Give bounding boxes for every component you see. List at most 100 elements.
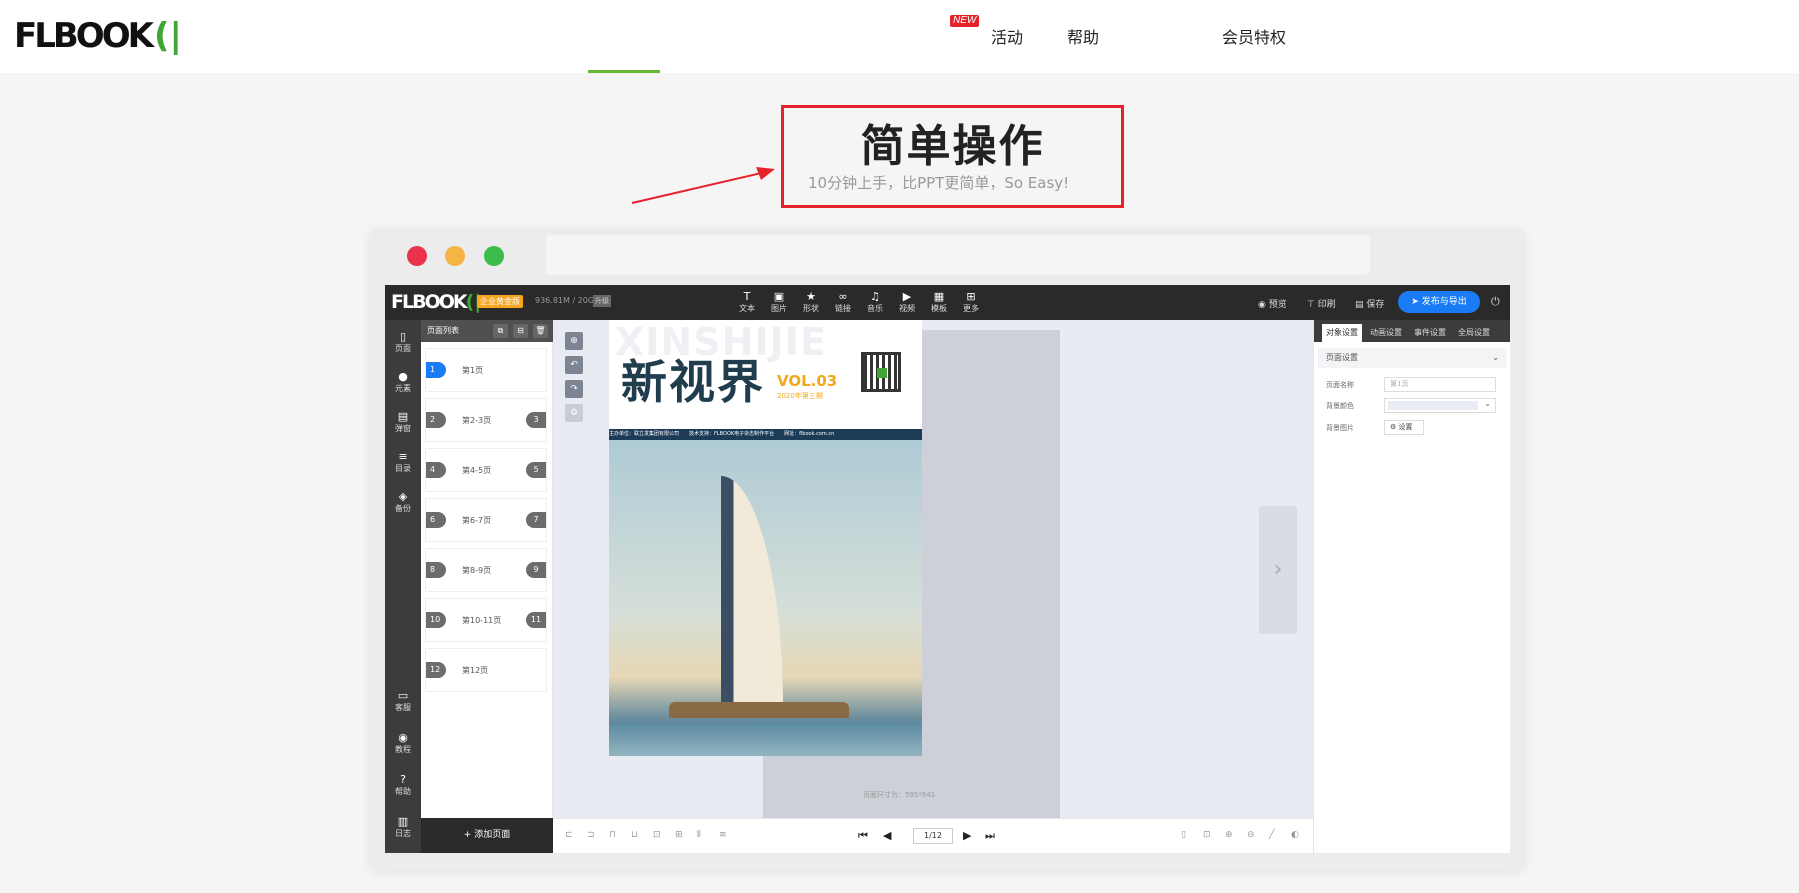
copy-page-icon[interactable]: ⧉ — [493, 324, 508, 338]
page-number-left: 4 — [426, 462, 446, 478]
page-number-right: 11 — [526, 612, 546, 628]
page-number-input[interactable]: 1/12 — [913, 828, 953, 844]
hero-title: 简单操作 — [860, 121, 1045, 172]
left-nav-tutorial[interactable]: ◉ 教程 — [385, 732, 421, 755]
page-thumb-12[interactable]: 12 第12页 — [425, 648, 547, 692]
tool-label: 视频 — [899, 304, 915, 313]
align-top-icon[interactable]: ⊔ — [631, 830, 638, 840]
align-center-icon[interactable]: ⊐ — [587, 830, 595, 840]
left-nav-backup[interactable]: ◈ 备份 — [385, 491, 421, 514]
print-label: 印刷 — [1317, 300, 1336, 310]
properties-tabs: 对象设置 动画设置 事件设置 全局设置 — [1314, 320, 1510, 342]
single-page-icon[interactable]: ▯ — [1181, 830, 1186, 840]
tab-global-settings[interactable]: 全局设置 — [1454, 324, 1494, 342]
page-name: 第4-5页 — [462, 466, 492, 475]
page-thumb-6-7[interactable]: 6 第6-7页 7 — [425, 498, 547, 542]
bg-color-label: 背景颜色 — [1326, 402, 1354, 410]
align-middle-icon[interactable]: ⊡ — [653, 830, 661, 840]
power-icon[interactable]: ⏻ — [1491, 295, 1500, 309]
align-bottom-icon[interactable]: ⊞ — [675, 830, 683, 840]
left-nav-help[interactable]: ? 帮助 — [385, 774, 421, 797]
tool-image[interactable]: ▣ 图片 — [762, 290, 796, 314]
help-icon: ? — [400, 773, 406, 786]
tool-shape[interactable]: ★ 形状 — [794, 290, 828, 314]
tool-text[interactable]: T 文本 — [730, 290, 764, 314]
tab-event-settings[interactable]: 事件设置 — [1410, 324, 1450, 342]
left-nav-toc[interactable]: ≡ 目录 — [385, 451, 421, 474]
left-nav-log[interactable]: ▥ 日志 — [385, 816, 421, 839]
site-logo-text: FLBOOK — [14, 16, 154, 56]
page-name: 第10-11页 — [462, 616, 502, 625]
left-nav-popup[interactable]: ▤ 弹窗 — [385, 411, 421, 434]
page-thumb-8-9[interactable]: 8 第8-9页 9 — [425, 548, 547, 592]
print-button[interactable]: ⊤ 印刷 — [1307, 297, 1336, 310]
prev-page-icon[interactable]: ◀ — [883, 829, 891, 842]
gear-icon: ⚙ — [1390, 423, 1399, 431]
music-icon: ♫ — [870, 290, 880, 303]
tab-object-settings[interactable]: 对象设置 — [1322, 324, 1362, 342]
page-settings-section[interactable]: 页面设置 ⌄ — [1318, 348, 1507, 368]
save-button[interactable]: ▤ 保存 — [1355, 297, 1384, 310]
align-left-icon[interactable]: ⊏ — [565, 830, 573, 840]
ruler-icon[interactable]: ╱ — [1269, 830, 1274, 840]
page-name-label: 页面名称 — [1326, 381, 1354, 389]
undo-icon[interactable]: ↶ — [565, 356, 583, 374]
save-icon: ▤ — [1355, 300, 1367, 310]
upgrade-button[interactable]: 升级 — [593, 295, 611, 307]
left-nav-service[interactable]: ▭ 客服 — [385, 690, 421, 713]
page-thumb-10-11[interactable]: 10 第10-11页 11 — [425, 598, 547, 642]
distribute-v-icon[interactable]: ≡ — [719, 830, 727, 840]
page-thumb-4-5[interactable]: 4 第4-5页 5 — [425, 448, 547, 492]
tool-more[interactable]: ⊞ 更多 — [954, 290, 988, 314]
theme-icon[interactable]: ◐ — [1291, 830, 1299, 840]
page-thumb-1[interactable]: 1 第1页 — [425, 348, 547, 392]
page-list-title: 页面列表 — [427, 326, 459, 335]
site-logo[interactable]: FLBOOK (| — [14, 16, 182, 56]
preview-button[interactable]: ◉ 预览 — [1258, 297, 1287, 310]
zoom-tool-icon[interactable]: ⊕ — [565, 332, 583, 350]
last-page-icon[interactable]: ⏭ — [985, 829, 995, 843]
first-page-icon[interactable]: ⏮ — [858, 829, 868, 843]
nav-activity[interactable]: 活动 — [991, 24, 1023, 48]
save-label: 保存 — [1366, 300, 1385, 310]
zoom-out-icon[interactable]: ⊖ — [1247, 830, 1255, 840]
page-name: 第2-3页 — [462, 416, 492, 425]
nav-help[interactable]: 帮助 — [1067, 24, 1099, 48]
distribute-h-icon[interactable]: ⫴ — [697, 830, 701, 840]
publish-button[interactable]: ➤ 发布与导出 — [1398, 291, 1480, 313]
settings-icon[interactable]: ⚙ — [565, 404, 583, 422]
delete-page-icon[interactable]: 🗑 — [533, 324, 548, 338]
next-page-icon[interactable]: ▶ — [963, 829, 971, 842]
cover-info-strip: 主办单位：联立发集团有限公司 技术支持：FLBOOK电子杂志制作平台 网址：fl… — [609, 429, 922, 440]
toc-icon: ≡ — [398, 450, 408, 463]
tool-music[interactable]: ♫ 音乐 — [858, 290, 892, 314]
page-name-input[interactable]: 第1页 — [1384, 377, 1496, 392]
hero-subtitle: 10分钟上手，比PPT更简单，So Easy! — [808, 174, 1070, 192]
magazine-cover[interactable]: XINSHIJIE 新视界 VOL.03 2020年第三期 主办单位：联立发集团… — [609, 320, 922, 756]
tool-link[interactable]: ∞ 链接 — [826, 290, 860, 314]
log-icon: ▥ — [397, 815, 409, 828]
tool-template[interactable]: ▦ 模板 — [922, 290, 956, 314]
bg-color-picker[interactable]: ⌄ — [1384, 398, 1496, 413]
fit-screen-icon[interactable]: ⊡ — [1203, 830, 1211, 840]
template-icon: ▦ — [933, 290, 945, 303]
page-thumb-2-3[interactable]: 2 第2-3页 3 — [425, 398, 547, 442]
left-nav-page[interactable]: ▯ 页面 — [385, 331, 421, 354]
window-close-dot — [407, 246, 427, 266]
redo-icon[interactable]: ↷ — [565, 380, 583, 398]
tool-label: 图片 — [771, 304, 787, 313]
left-nav-element[interactable]: ● 元素 — [385, 371, 421, 394]
popup-icon: ▤ — [397, 410, 409, 423]
tab-animation-settings[interactable]: 动画设置 — [1366, 324, 1406, 342]
align-right-icon[interactable]: ⊓ — [609, 830, 616, 840]
add-page-button[interactable]: + 添加页面 — [421, 818, 553, 853]
duplicate-page-icon[interactable]: ⊟ — [513, 324, 528, 338]
next-page-arrow-icon[interactable]: › — [1259, 506, 1297, 634]
zoom-in-icon[interactable]: ⊕ — [1225, 830, 1233, 840]
link-icon: ∞ — [838, 290, 848, 303]
tool-video[interactable]: ▶ 视频 — [890, 290, 924, 314]
nav-vip[interactable]: 会员特权 — [1222, 24, 1286, 48]
tower-base-shape — [669, 702, 849, 718]
color-swatch — [1388, 401, 1478, 410]
bg-image-set-button[interactable]: ⚙ 设置 — [1384, 420, 1424, 435]
